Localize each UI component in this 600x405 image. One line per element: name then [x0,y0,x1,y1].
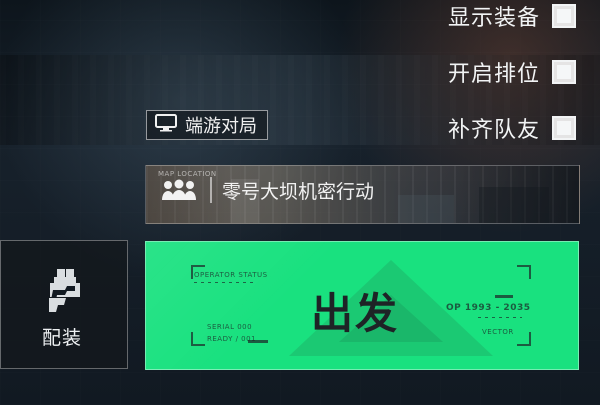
rank-checkbox[interactable] [552,60,576,84]
depart-button[interactable]: OPERATOR STATUS SERIAL 000 READY / 001 O… [145,241,579,370]
mission-selector[interactable]: MAP LOCATION 零号大坝机密行动 [145,165,580,224]
hud-bracket [191,332,205,346]
hud-bracket [517,332,531,346]
hud-bar [495,295,513,298]
show-equipment-label: 显示装备 [447,6,540,31]
hud-dash-line [194,282,256,283]
mission-divider [210,177,212,203]
hud-right-subtext: VECTOR [482,328,514,336]
pc-match-button[interactable]: 端游对局 [146,110,268,140]
mission-title: 零号大坝机密行动 [222,180,375,203]
loadout-button[interactable]: 配装 [0,240,128,369]
show-equipment-option[interactable]: 显示装备 [448,0,576,32]
mission-background-shape [479,187,549,223]
hud-top-left-text: OPERATOR STATUS [194,271,268,279]
fill-team-label: 补齐队友 [447,118,540,143]
loadout-label: 配装 [42,327,83,349]
depart-label: 出发 [311,289,400,338]
hud-right-text: OP 1993 - 2035 [446,303,531,313]
hud-bottom-left-text-1: SERIAL 000 [207,323,253,331]
mission-content: 零号大坝机密行动 [158,176,374,204]
hud-dash-line [478,317,522,318]
hud-bracket [517,265,531,279]
rank-option[interactable]: 开启排位 [448,56,576,88]
loadout-icon [38,265,92,319]
show-equipment-checkbox[interactable] [552,4,576,28]
hud-bar [248,340,268,343]
rank-label: 开启排位 [447,62,540,87]
monitor-icon [155,113,177,137]
team-icon [158,176,200,204]
pc-match-label: 端游对局 [185,116,257,137]
fill-team-checkbox[interactable] [552,116,576,140]
mission-background-shape [398,195,454,223]
fill-team-option[interactable]: 补齐队友 [448,112,576,144]
